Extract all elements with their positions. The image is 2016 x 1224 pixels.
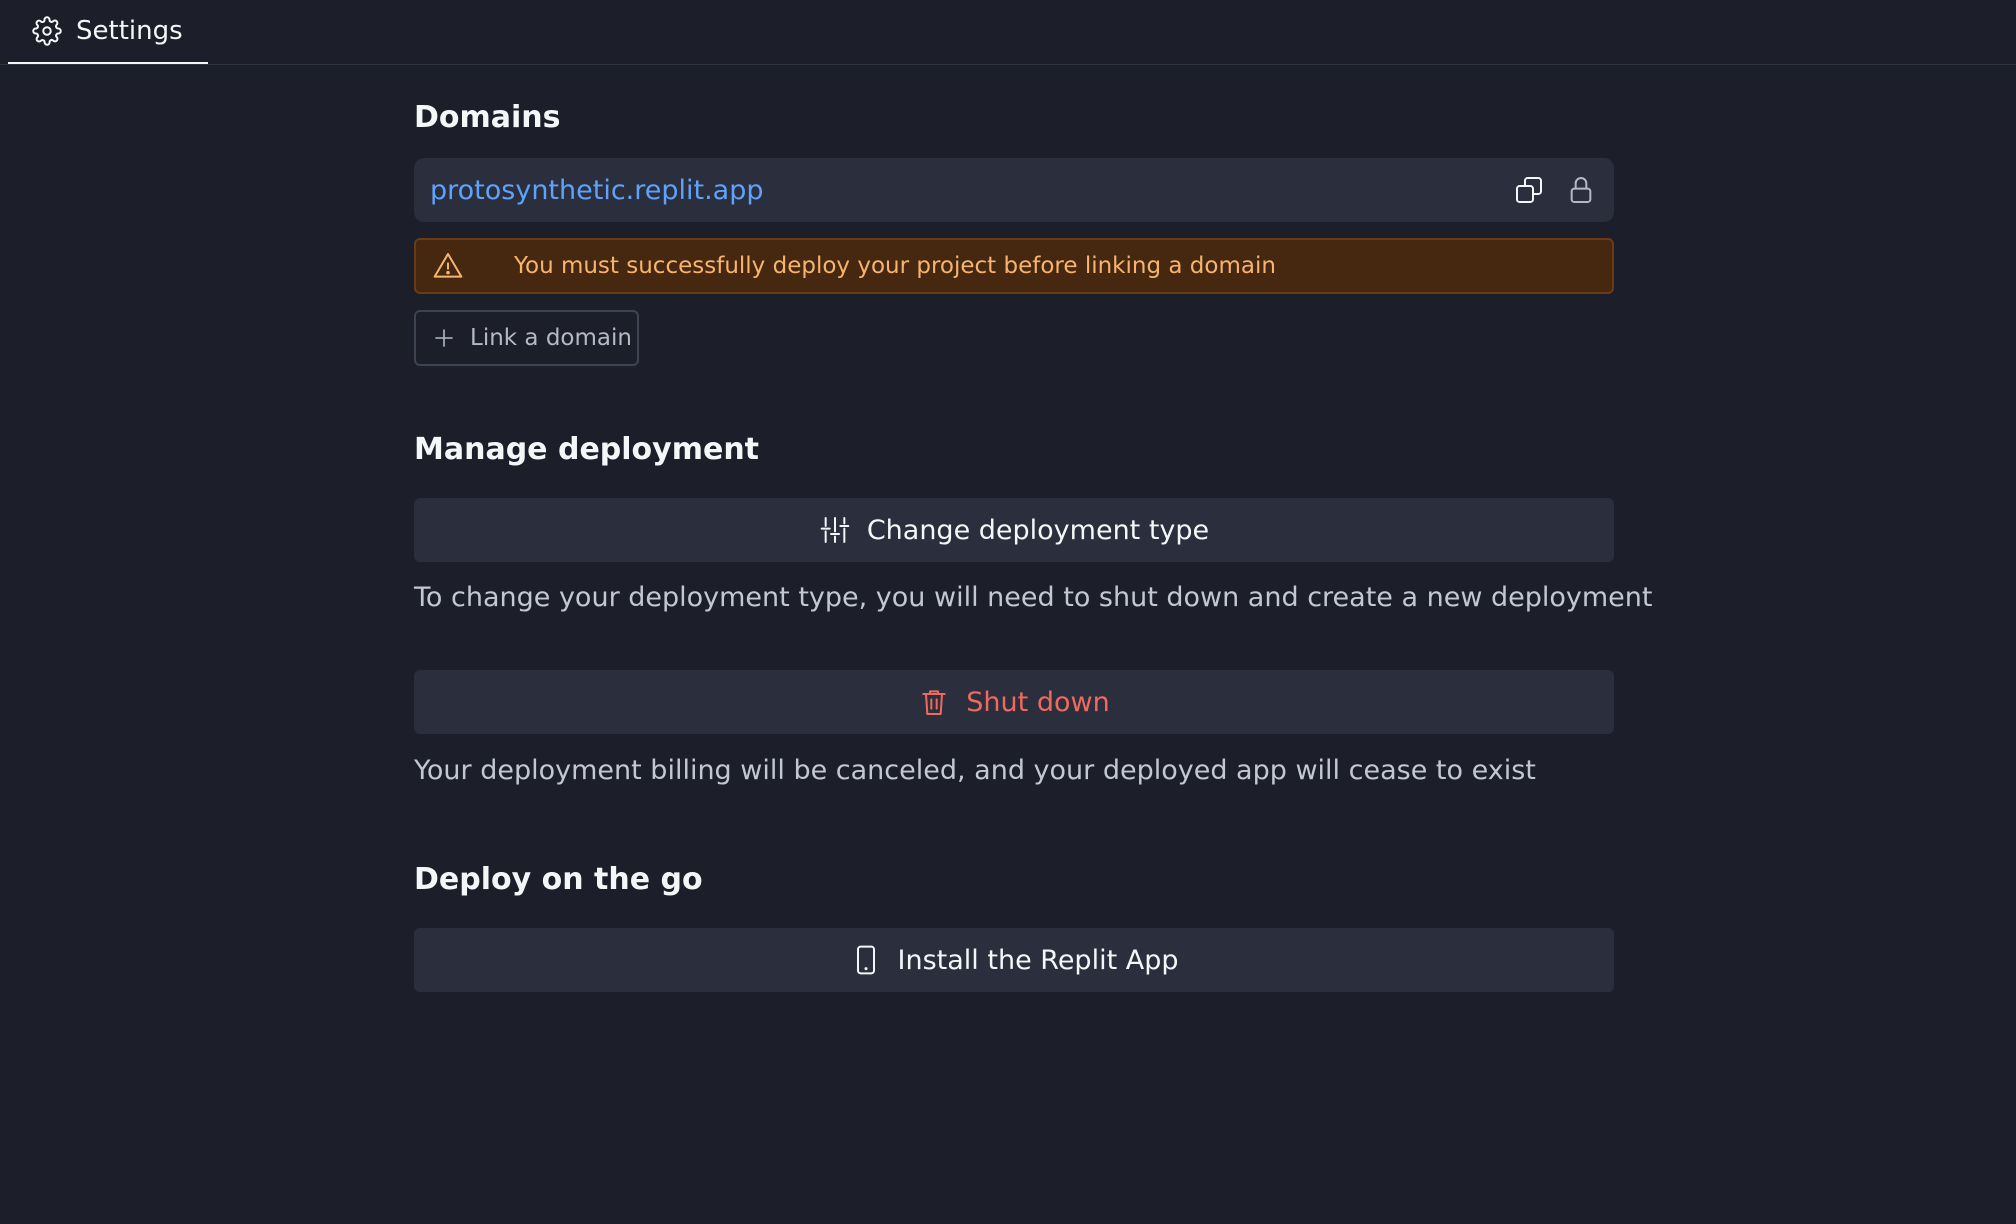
warning-icon xyxy=(432,250,464,282)
domain-link[interactable]: protosynthetic.replit.app xyxy=(430,175,1512,206)
shut-down-label: Shut down xyxy=(966,686,1110,718)
link-domain-label: Link a domain xyxy=(470,325,632,351)
trash-icon xyxy=(918,686,950,718)
domains-heading: Domains xyxy=(414,100,561,135)
top-bar: Settings xyxy=(0,0,2016,65)
link-domain-button[interactable]: Link a domain xyxy=(414,310,639,366)
sliders-icon xyxy=(819,514,851,546)
domain-warning-banner: You must successfully deploy your projec… xyxy=(414,238,1614,294)
domain-row: protosynthetic.replit.app xyxy=(414,158,1614,222)
tab-settings[interactable]: Settings xyxy=(8,0,208,64)
warning-text: You must successfully deploy your projec… xyxy=(514,253,1276,279)
deploy-on-the-go-heading: Deploy on the go xyxy=(414,862,703,897)
install-replit-app-label: Install the Replit App xyxy=(897,944,1179,976)
install-replit-app-button[interactable]: Install the Replit App xyxy=(414,928,1614,992)
lock-icon[interactable] xyxy=(1564,173,1598,207)
change-deployment-help: To change your deployment type, you will… xyxy=(414,582,1653,613)
change-deployment-type-button[interactable]: Change deployment type xyxy=(414,498,1614,562)
manage-deployment-heading: Manage deployment xyxy=(414,432,760,467)
gear-icon xyxy=(32,16,62,46)
shut-down-button[interactable]: Shut down xyxy=(414,670,1614,734)
tab-settings-label: Settings xyxy=(76,16,183,46)
change-deployment-type-label: Change deployment type xyxy=(866,514,1210,546)
domain-actions xyxy=(1512,173,1598,207)
shut-down-help: Your deployment billing will be canceled… xyxy=(414,755,1536,786)
plus-icon xyxy=(432,326,456,350)
phone-icon xyxy=(850,944,882,976)
copy-icon[interactable] xyxy=(1512,173,1546,207)
